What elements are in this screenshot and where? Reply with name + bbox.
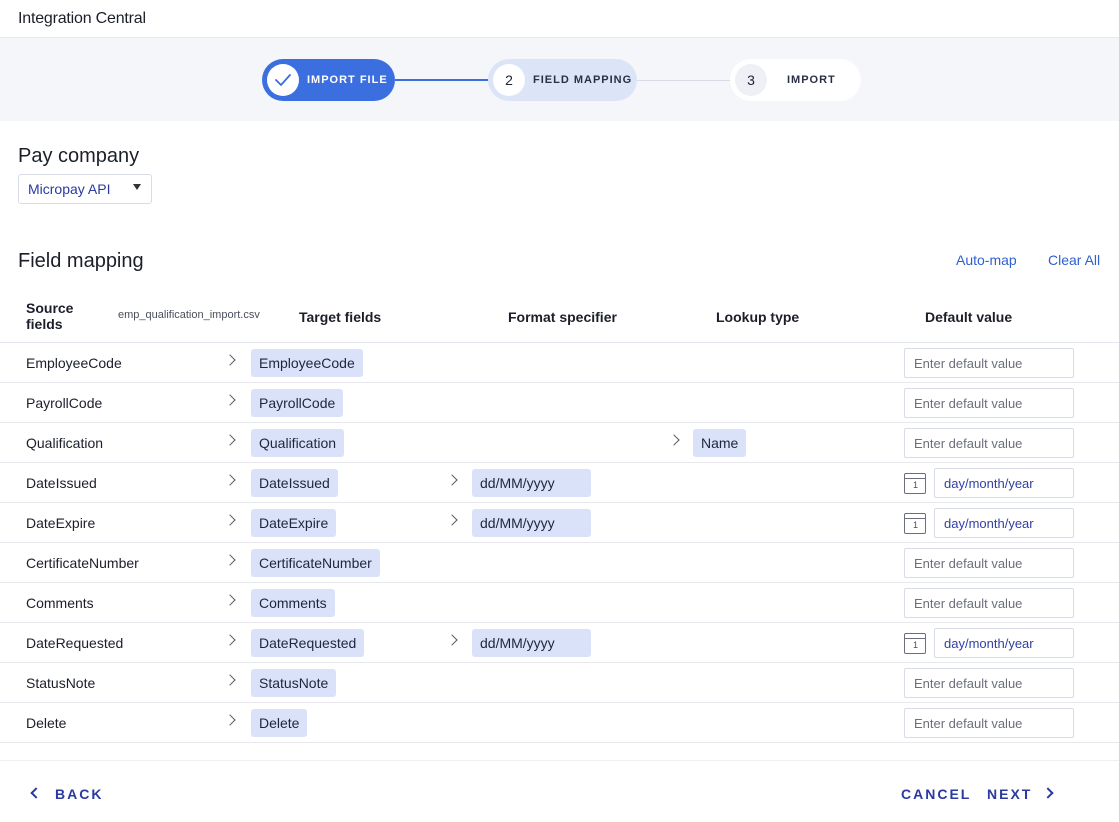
check-icon — [267, 64, 299, 96]
target-field-chip[interactable]: Comments — [251, 589, 335, 617]
column-header-source: Source fields — [26, 300, 74, 332]
default-date-input[interactable]: day/month/year — [934, 468, 1074, 498]
format-specifier-chip[interactable]: dd/MM/yyyy — [472, 629, 591, 657]
table-row: EmployeeCode EmployeeCode Enter default va… — [0, 343, 1119, 383]
source-field: EmployeeCode — [26, 355, 122, 371]
pay-company-value: Micropay API — [28, 181, 111, 197]
chevron-right-icon[interactable] — [224, 714, 236, 726]
calendar-day: 1 — [913, 640, 919, 650]
source-file-name: emp_qualification_import.csv — [118, 309, 260, 321]
chevron-right-icon[interactable] — [446, 514, 458, 526]
source-field: Comments — [26, 595, 94, 611]
source-field: DateIssued — [26, 475, 97, 491]
format-specifier-chip[interactable]: dd/MM/yyyy — [472, 469, 591, 497]
calendar-icon[interactable]: 1 — [904, 633, 926, 654]
chevron-right-icon[interactable] — [224, 634, 236, 646]
chevron-right-icon[interactable] — [224, 434, 236, 446]
step-number: 3 — [735, 64, 767, 96]
chevron-right-icon[interactable] — [224, 354, 236, 366]
table-row: StatusNote StatusNote Enter default value — [0, 663, 1119, 703]
step-field-mapping[interactable]: 2 FIELD MAPPING — [488, 59, 637, 101]
table-row: DateRequested DateRequested dd/MM/yyyy 1 day… — [0, 623, 1119, 663]
chevron-right-icon[interactable] — [224, 514, 236, 526]
default-value-input[interactable]: Enter default value — [904, 548, 1074, 578]
table-row: Qualification Qualification Name Enter defa… — [0, 423, 1119, 463]
table-row: DateExpire DateExpire dd/MM/yyyy 1 day/month… — [0, 503, 1119, 543]
format-specifier-chip[interactable]: dd/MM/yyyy — [472, 509, 591, 537]
source-field: CertificateNumber — [26, 555, 139, 571]
target-field-chip[interactable]: Delete — [251, 709, 308, 737]
step-label: IMPORT — [787, 74, 836, 86]
table-row: Comments Comments Enter default value — [0, 583, 1119, 623]
cancel-button[interactable]: CANCEL — [901, 786, 971, 802]
field-mapping-title: Field mapping — [18, 250, 144, 272]
target-field-chip[interactable]: EmployeeCode — [251, 349, 363, 377]
table-row: DateIssued DateIssued dd/MM/yyyy 1 day/month… — [0, 463, 1119, 503]
chevron-right-icon[interactable] — [224, 474, 236, 486]
step-import[interactable]: 3 IMPORT — [730, 59, 861, 101]
default-date-input[interactable]: day/month/year — [934, 508, 1074, 538]
step-label: FIELD MAPPING — [533, 74, 633, 86]
source-field: Qualification — [26, 435, 104, 451]
chevron-right-icon[interactable] — [446, 634, 458, 646]
table-row: CertificateNumber CertificateNumber Enter … — [0, 543, 1119, 583]
source-field: DateRequested — [26, 635, 124, 651]
stepper: IMPORT FILE 2 FIELD MAPPING 3 IMPORT — [0, 38, 1119, 121]
table-row: PayrollCode PayrollCode Enter default valu… — [0, 383, 1119, 423]
column-header-default: Default value — [925, 309, 1013, 325]
lookup-type-chip[interactable]: Name — [693, 429, 747, 457]
chevron-right-icon[interactable] — [224, 554, 236, 566]
source-field: DateExpire — [26, 515, 96, 531]
clear-all-button[interactable]: Clear All — [1048, 252, 1100, 268]
step-import-file[interactable]: IMPORT FILE — [262, 59, 395, 101]
chevron-right-icon[interactable] — [446, 474, 458, 486]
calendar-icon[interactable]: 1 — [904, 513, 926, 534]
auto-map-button[interactable]: Auto-map — [956, 252, 1017, 268]
default-value-input[interactable]: Enter default value — [904, 668, 1074, 698]
chevron-right-icon[interactable] — [224, 594, 236, 606]
table-row: Delete Delete Enter default value — [0, 703, 1119, 743]
default-value-input[interactable]: Enter default value — [904, 588, 1074, 618]
default-value-input[interactable]: Enter default value — [904, 708, 1074, 738]
step-number: 2 — [493, 64, 525, 96]
chevron-right-icon[interactable] — [224, 394, 236, 406]
calendar-icon[interactable]: 1 — [904, 473, 926, 494]
default-value-input[interactable]: Enter default value — [904, 388, 1074, 418]
stepper-connector-pending — [637, 80, 730, 81]
source-field: PayrollCode — [26, 395, 103, 411]
caret-down-icon — [133, 184, 141, 190]
pay-company-title: Pay company — [18, 145, 140, 167]
chevron-right-icon[interactable] — [224, 674, 236, 686]
target-field-chip[interactable]: DateRequested — [251, 629, 365, 657]
column-header-lookup: Lookup type — [716, 309, 800, 325]
app-header: Integration Central — [0, 0, 1119, 38]
pay-company-select[interactable]: Micropay API — [18, 174, 152, 204]
default-value-input[interactable]: Enter default value — [904, 428, 1074, 458]
column-header-target: Target fields — [299, 309, 382, 325]
target-field-chip[interactable]: PayrollCode — [251, 389, 344, 417]
app-title: Integration Central — [18, 10, 146, 27]
column-header-format: Format specifier — [508, 309, 617, 325]
footer-divider — [0, 760, 1119, 761]
default-date-input[interactable]: day/month/year — [934, 628, 1074, 658]
stepper-connector-completed — [395, 79, 488, 81]
target-field-chip[interactable]: DateExpire — [251, 509, 337, 537]
chevron-right-icon[interactable] — [668, 434, 680, 446]
target-field-chip[interactable]: DateIssued — [251, 469, 338, 497]
target-field-chip[interactable]: Qualification — [251, 429, 345, 457]
calendar-day: 1 — [913, 480, 919, 490]
back-button[interactable]: BACK — [55, 786, 103, 802]
target-field-chip[interactable]: StatusNote — [251, 669, 337, 697]
chevron-left-icon — [30, 787, 42, 799]
chevron-right-icon — [1042, 787, 1054, 799]
step-label: IMPORT FILE — [307, 74, 388, 86]
default-value-input[interactable]: Enter default value — [904, 348, 1074, 378]
calendar-day: 1 — [913, 520, 919, 530]
source-field: Delete — [26, 715, 67, 731]
target-field-chip[interactable]: CertificateNumber — [251, 549, 380, 577]
next-button[interactable]: NEXT — [987, 786, 1032, 802]
source-field: StatusNote — [26, 675, 96, 691]
